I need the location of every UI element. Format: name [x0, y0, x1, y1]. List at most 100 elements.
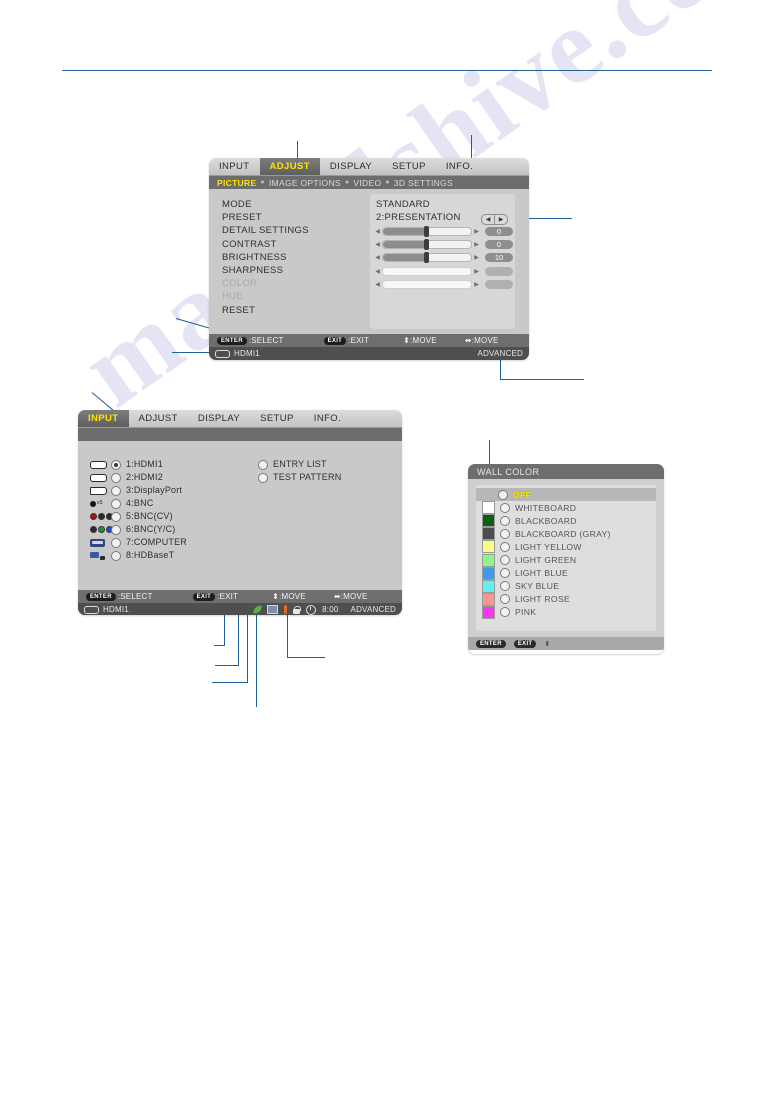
source-row-computer[interactable]: 7:COMPUTER	[90, 536, 187, 549]
source-row-displayport[interactable]: 3:DisplayPort	[90, 484, 187, 497]
source-radio-bnc-cv[interactable]	[111, 511, 121, 522]
menu-subtabbar-empty	[78, 428, 402, 441]
wall-color-radio-blackboard[interactable]	[500, 515, 510, 526]
wall-color-row-pink[interactable]: PINK	[476, 605, 656, 619]
wall-color-radio-pink[interactable]	[500, 607, 510, 618]
tab-info[interactable]: INFO.	[436, 158, 483, 175]
slider-left-arrow-icon[interactable]: ◀	[374, 254, 381, 261]
slider-track[interactable]	[382, 252, 472, 264]
tab-adjust[interactable]: ADJUST	[129, 410, 188, 427]
menu-tabbar[interactable]: INPUT ADJUST DISPLAY SETUP INFO.	[209, 158, 529, 176]
setting-label-detail-settings[interactable]: DETAIL SETTINGS	[222, 224, 372, 237]
subtab-picture[interactable]: PICTURE	[217, 178, 256, 188]
wall-color-radio-light-green[interactable]	[500, 555, 510, 566]
slider-left-arrow-icon[interactable]: ◀	[374, 228, 381, 235]
setting-label-reset[interactable]: RESET	[222, 304, 372, 317]
wall-color-row-light-green[interactable]: LIGHT GREEN	[476, 553, 656, 567]
slider-right-arrow-icon[interactable]: ▶	[473, 228, 480, 235]
setting-label-contrast[interactable]: CONTRAST	[222, 238, 372, 251]
tab-setup[interactable]: SETUP	[382, 158, 436, 175]
tab-display[interactable]: DISPLAY	[320, 158, 382, 175]
enter-key-pill[interactable]: ENTER	[476, 639, 506, 648]
extra-row-test-pattern[interactable]: TEST PATTERN	[258, 471, 341, 484]
eco-leaf-icon	[253, 604, 263, 615]
input-menu[interactable]: INPUT ADJUST DISPLAY SETUP INFO. 1:HDMI1…	[78, 410, 402, 615]
preset-stepper[interactable]: ◀ ▶	[481, 214, 508, 225]
setting-label-mode[interactable]: MODE	[222, 198, 372, 211]
source-row-hdbaset[interactable]: 8:HDBaseT	[90, 549, 187, 562]
source-radio-hdmi2[interactable]	[111, 472, 121, 483]
wall-color-row-blackboard-gray[interactable]: BLACKBOARD (GRAY)	[476, 527, 656, 541]
wall-color-row-light-rose[interactable]: LIGHT ROSE	[476, 592, 656, 606]
extra-label-entry-list: ENTRY LIST	[273, 459, 327, 469]
menu-subtabbar[interactable]: PICTURE ● IMAGE OPTIONS ● VIDEO ● 3D SET…	[209, 176, 529, 189]
wall-color-radio-light-blue[interactable]	[500, 568, 510, 579]
wall-color-radio-whiteboard[interactable]	[500, 502, 510, 513]
source-radio-bnc[interactable]	[111, 498, 121, 509]
slider-knob[interactable]	[424, 226, 430, 238]
wall-color-radio-light-yellow[interactable]	[500, 541, 510, 552]
extra-radio-test-pattern[interactable]	[258, 472, 268, 483]
source-connector-icon	[84, 605, 99, 614]
setting-label-preset[interactable]: PRESET	[222, 211, 372, 224]
wall-color-radio-blackboard-gray[interactable]	[500, 528, 510, 539]
tab-input[interactable]: INPUT	[78, 410, 129, 427]
picture-mute-icon	[267, 605, 279, 614]
setting-label-brightness[interactable]: BRIGHTNESS	[222, 251, 372, 264]
slider-brightness[interactable]: ◀ ▶ 0	[374, 238, 513, 251]
tab-display[interactable]: DISPLAY	[188, 410, 250, 427]
tab-info[interactable]: INFO.	[304, 410, 351, 427]
slider-contrast[interactable]: ◀ ▶ 0	[374, 225, 513, 238]
source-radio-hdmi1[interactable]	[111, 459, 121, 470]
source-row-bnc[interactable]: x5 4:BNC	[90, 497, 187, 510]
hdmi-connector-icon	[90, 459, 107, 470]
setting-label-sharpness[interactable]: SHARPNESS	[222, 264, 372, 277]
wall-color-radio-light-rose[interactable]	[500, 594, 510, 605]
wall-color-radio-off[interactable]	[498, 489, 508, 500]
wall-color-row-whiteboard[interactable]: WHITEBOARD	[476, 501, 656, 515]
wall-color-row-light-blue[interactable]: LIGHT BLUE	[476, 566, 656, 580]
source-row-hdmi1[interactable]: 1:HDMI1	[90, 458, 187, 471]
menu-tabbar[interactable]: INPUT ADJUST DISPLAY SETUP INFO.	[78, 410, 402, 428]
wall-color-row-light-yellow[interactable]: LIGHT YELLOW	[476, 540, 656, 554]
source-row-bnc-yc[interactable]: 6:BNC(Y/C)	[90, 523, 187, 536]
source-radio-displayport[interactable]	[111, 485, 121, 496]
slider-knob[interactable]	[424, 239, 430, 251]
stepper-right-icon[interactable]: ▶	[495, 215, 507, 224]
adjust-picture-menu[interactable]: INPUT ADJUST DISPLAY SETUP INFO. PICTURE…	[209, 158, 529, 360]
slider-track[interactable]	[382, 226, 472, 238]
wall-color-dialog[interactable]: WALL COLOR OFF WHITEBOARD BLACKBOARD BLA…	[468, 464, 664, 654]
slider-group: ◀ ▶ 0 ◀ ▶ 0 ◀ ▶ 10 ◀ ▶ ◀ ▶	[374, 225, 513, 291]
value-mode: STANDARD	[376, 199, 430, 210]
callout-line-eco-h	[214, 645, 225, 646]
source-radio-bnc-yc[interactable]	[111, 524, 121, 535]
slider-sharpness[interactable]: ◀ ▶ 10	[374, 251, 513, 264]
subtab-video[interactable]: VIDEO	[353, 178, 381, 188]
wall-color-row-off[interactable]: OFF	[476, 488, 656, 502]
wall-color-label-blackboard-gray: BLACKBOARD (GRAY)	[515, 528, 611, 539]
value-list: STANDARD 2:PRESENTATION	[376, 198, 461, 224]
slider-right-arrow-icon[interactable]: ▶	[473, 241, 480, 248]
tab-setup[interactable]: SETUP	[250, 410, 304, 427]
enter-key-pill: ENTER	[86, 592, 116, 601]
wall-color-radio-sky-blue[interactable]	[500, 581, 510, 592]
subtab-3d-settings[interactable]: 3D SETTINGS	[394, 178, 453, 188]
exit-key-pill[interactable]: EXIT	[513, 639, 537, 648]
tab-input[interactable]: INPUT	[209, 158, 260, 175]
tab-adjust[interactable]: ADJUST	[259, 158, 320, 175]
slider-right-arrow-icon[interactable]: ▶	[473, 254, 480, 261]
input-source-list: 1:HDMI1 2:HDMI2 3:DisplayPort x5 4:BNC 5…	[90, 458, 187, 562]
wall-color-row-blackboard[interactable]: BLACKBOARD	[476, 514, 656, 528]
stepper-left-icon[interactable]: ◀	[482, 215, 495, 224]
source-radio-computer[interactable]	[111, 537, 121, 548]
source-radio-hdbaset[interactable]	[111, 550, 121, 561]
slider-knob[interactable]	[424, 252, 430, 264]
source-row-bnc-cv[interactable]: 5:BNC(CV)	[90, 510, 187, 523]
slider-track[interactable]	[382, 239, 472, 251]
extra-radio-entry-list[interactable]	[258, 459, 268, 470]
source-row-hdmi2[interactable]: 2:HDMI2	[90, 471, 187, 484]
slider-left-arrow-icon[interactable]: ◀	[374, 241, 381, 248]
wall-color-row-sky-blue[interactable]: SKY BLUE	[476, 579, 656, 593]
subtab-image-options[interactable]: IMAGE OPTIONS	[269, 178, 341, 188]
extra-row-entry-list[interactable]: ENTRY LIST	[258, 458, 341, 471]
